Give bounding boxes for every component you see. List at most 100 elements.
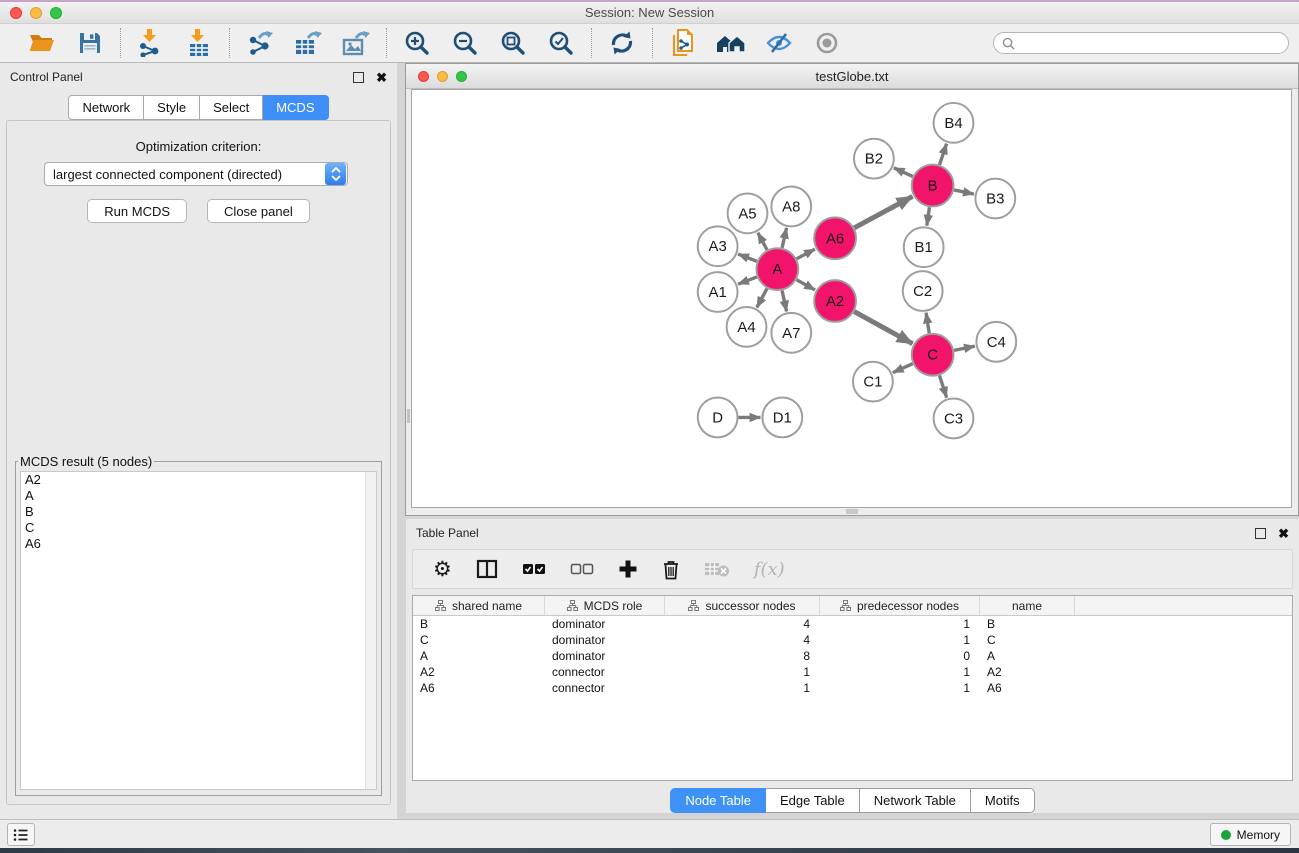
- zoom-selected-button[interactable]: [545, 27, 577, 59]
- graph-node-A7[interactable]: A7: [771, 313, 811, 353]
- run-mcds-button[interactable]: Run MCDS: [87, 199, 187, 223]
- network-canvas[interactable]: AA1A2A3A4A5A6A7A8BB1B2B3B4CC1C2C3C4DD1: [411, 89, 1292, 508]
- edge-A6-B[interactable]: [854, 196, 912, 227]
- mcds-result-item[interactable]: A: [21, 488, 376, 504]
- delete-table-button[interactable]: [704, 560, 730, 578]
- edge-B-B2[interactable]: [894, 168, 913, 177]
- select-all-columns-button[interactable]: [522, 562, 546, 576]
- graph-node-D[interactable]: D: [698, 398, 738, 438]
- table-cell[interactable]: 0: [820, 649, 980, 663]
- criterion-dropdown[interactable]: largest connected component (directed): [44, 162, 348, 186]
- column-header-shared-name[interactable]: shared name: [413, 596, 545, 615]
- close-panel-button[interactable]: Close panel: [207, 199, 310, 223]
- edge-C-C2[interactable]: [926, 313, 929, 333]
- graph-node-C1[interactable]: C1: [853, 362, 893, 402]
- table-cell[interactable]: 1: [665, 681, 820, 695]
- network-vertical-scrollbar[interactable]: [407, 409, 410, 423]
- table-cell[interactable]: dominator: [545, 633, 665, 647]
- table-cell[interactable]: 1: [665, 665, 820, 679]
- mcds-result-item[interactable]: A2: [21, 472, 376, 488]
- edge-A-A2[interactable]: [797, 280, 816, 290]
- edge-A-A5[interactable]: [758, 233, 767, 250]
- mcds-result-item[interactable]: B: [21, 504, 376, 520]
- edge-B-B3[interactable]: [954, 190, 974, 194]
- export-table-button[interactable]: [292, 27, 324, 59]
- tab-mcds[interactable]: MCDS: [263, 95, 328, 120]
- table-cell[interactable]: A6: [980, 681, 1075, 695]
- zoom-in-button[interactable]: [401, 27, 433, 59]
- zoom-fit-button[interactable]: [497, 27, 529, 59]
- mcds-result-item[interactable]: C: [21, 520, 376, 536]
- table-cell[interactable]: dominator: [545, 617, 665, 631]
- tab-node-table[interactable]: Node Table: [670, 788, 766, 813]
- table-cell[interactable]: A2: [413, 665, 545, 679]
- network-graph[interactable]: AA1A2A3A4A5A6A7A8BB1B2B3B4CC1C2C3C4DD1: [412, 90, 1291, 507]
- edge-A-A8[interactable]: [782, 228, 786, 248]
- edge-A-A7[interactable]: [782, 291, 787, 312]
- table-cell[interactable]: A6: [413, 681, 545, 695]
- table-settings-button[interactable]: ⚙: [433, 559, 452, 579]
- save-session-button[interactable]: [74, 27, 106, 59]
- tab-edge-table[interactable]: Edge Table: [766, 788, 860, 813]
- graph-node-A[interactable]: A: [756, 248, 798, 290]
- close-table-panel-icon[interactable]: ✖: [1278, 528, 1289, 539]
- delete-column-button[interactable]: [662, 559, 680, 580]
- network-horizontal-scrollbar[interactable]: [846, 509, 858, 514]
- table-cell[interactable]: 1: [820, 633, 980, 647]
- column-header-successor-nodes[interactable]: successor nodes: [665, 596, 820, 615]
- graph-node-A6[interactable]: A6: [814, 217, 856, 259]
- graph-node-A1[interactable]: A1: [698, 272, 738, 312]
- edge-A-A4[interactable]: [757, 288, 767, 307]
- hide-panel-button[interactable]: [763, 27, 795, 59]
- unselect-all-columns-button[interactable]: [570, 562, 594, 576]
- table-row[interactable]: A6connector11A6: [413, 680, 1292, 696]
- graph-node-A2[interactable]: A2: [814, 280, 856, 322]
- tab-motifs[interactable]: Motifs: [971, 788, 1035, 813]
- column-header-predecessor-nodes[interactable]: predecessor nodes: [820, 596, 980, 615]
- export-image-button[interactable]: [340, 27, 372, 59]
- graph-node-D1[interactable]: D1: [762, 398, 802, 438]
- table-cell[interactable]: A2: [980, 665, 1075, 679]
- edge-A-A3[interactable]: [738, 254, 757, 261]
- table-cell[interactable]: 1: [820, 665, 980, 679]
- table-cell[interactable]: connector: [545, 681, 665, 695]
- function-builder-button[interactable]: f(x): [754, 559, 785, 580]
- table-row[interactable]: Cdominator41C: [413, 632, 1292, 648]
- float-panel-icon[interactable]: [353, 72, 364, 83]
- edge-C-C1[interactable]: [893, 364, 913, 373]
- table-row[interactable]: A2connector11A2: [413, 664, 1292, 680]
- clone-network-button[interactable]: [667, 27, 699, 59]
- graph-node-A3[interactable]: A3: [698, 226, 738, 266]
- tab-network[interactable]: Network: [68, 95, 144, 120]
- edge-A2-C[interactable]: [854, 312, 912, 344]
- graph-node-B3[interactable]: B3: [975, 179, 1015, 219]
- graph-node-C3[interactable]: C3: [934, 399, 974, 439]
- table-cell[interactable]: C: [980, 633, 1075, 647]
- edge-A-A6[interactable]: [797, 249, 815, 259]
- memory-button[interactable]: Memory: [1210, 823, 1291, 846]
- graph-node-C4[interactable]: C4: [976, 322, 1016, 362]
- close-panel-icon[interactable]: ✖: [376, 72, 387, 83]
- edge-A-A1[interactable]: [738, 277, 757, 284]
- import-table-button[interactable]: [183, 27, 215, 59]
- table-row[interactable]: Adominator80A: [413, 648, 1292, 664]
- edge-B-B1[interactable]: [927, 207, 930, 225]
- edge-C-C3[interactable]: [939, 376, 946, 398]
- table-cell[interactable]: B: [980, 617, 1075, 631]
- create-column-button[interactable]: [618, 559, 638, 579]
- show-tasks-button[interactable]: [7, 823, 35, 846]
- table-cell[interactable]: 8: [665, 649, 820, 663]
- graph-node-B1[interactable]: B1: [904, 227, 944, 267]
- edge-C-C4[interactable]: [954, 346, 975, 350]
- column-header-name[interactable]: name: [980, 596, 1075, 615]
- graph-node-C[interactable]: C: [912, 334, 954, 376]
- edge-B-B4[interactable]: [940, 144, 947, 165]
- table-cell[interactable]: C: [413, 633, 545, 647]
- toolbar-search[interactable]: [993, 32, 1289, 54]
- graph-node-A4[interactable]: A4: [727, 307, 767, 347]
- show-hide-button[interactable]: [811, 27, 843, 59]
- table-cell[interactable]: connector: [545, 665, 665, 679]
- graph-node-A8[interactable]: A8: [771, 187, 811, 227]
- float-table-panel-icon[interactable]: [1255, 528, 1266, 539]
- graph-node-B4[interactable]: B4: [934, 103, 974, 143]
